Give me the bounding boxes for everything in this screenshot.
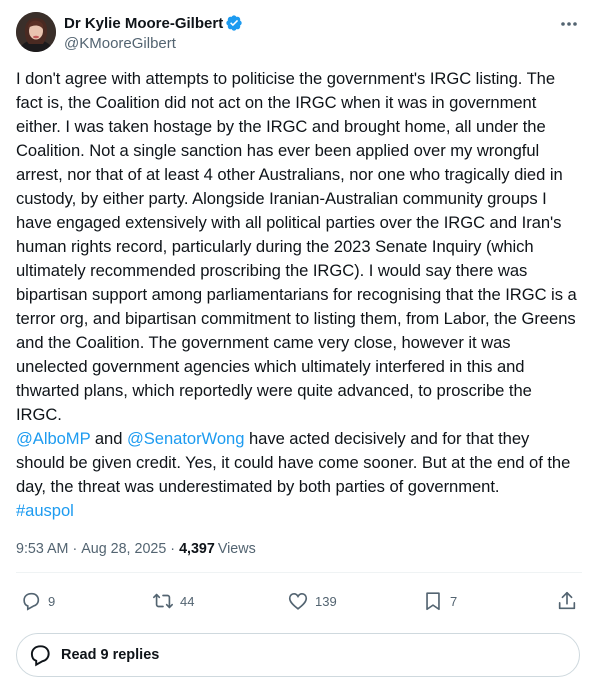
hashtag-auspol[interactable]: #auspol bbox=[16, 501, 74, 520]
share-button[interactable] bbox=[556, 590, 578, 612]
tweet-card: Dr Kylie Moore-Gilbert @KMooreGilbert I … bbox=[0, 0, 598, 686]
tweet-header: Dr Kylie Moore-Gilbert @KMooreGilbert bbox=[16, 12, 582, 56]
author-names: Dr Kylie Moore-Gilbert @KMooreGilbert bbox=[64, 13, 243, 52]
more-options-icon[interactable] bbox=[556, 14, 582, 34]
retweet-count: 44 bbox=[180, 593, 195, 609]
tweet-time[interactable]: 9:53 AM bbox=[16, 541, 68, 557]
retweet-button[interactable]: 44 bbox=[152, 590, 194, 612]
meta-separator: · bbox=[72, 541, 78, 557]
reply-icon bbox=[20, 590, 42, 612]
bookmark-icon bbox=[422, 590, 444, 612]
mention-senatorwong[interactable]: @SenatorWong bbox=[127, 429, 244, 448]
retweet-icon bbox=[152, 590, 174, 612]
meta-separator-2: · bbox=[170, 541, 176, 557]
display-name-row: Dr Kylie Moore-Gilbert bbox=[64, 13, 243, 33]
reply-count: 9 bbox=[48, 593, 56, 609]
reply-button[interactable]: 9 bbox=[20, 590, 55, 612]
views-label: Views bbox=[217, 541, 256, 557]
tweet-paragraph-2: @AlboMP and @SenatorWong have acted deci… bbox=[16, 427, 582, 499]
like-button[interactable]: 139 bbox=[287, 590, 337, 612]
tweet-date[interactable]: Aug 28, 2025 bbox=[81, 541, 166, 557]
bookmark-count: 7 bbox=[450, 593, 458, 609]
action-bar: 9 44 139 7 bbox=[16, 588, 582, 616]
tweet-meta: 9:53 AM · Aug 28, 2025 · 4,397 Views bbox=[16, 540, 256, 558]
tweet-paragraph-1: I don't agree with attempts to politicis… bbox=[16, 69, 577, 424]
divider bbox=[16, 572, 582, 573]
read-replies-label: Read 9 replies bbox=[61, 647, 160, 663]
display-name[interactable]: Dr Kylie Moore-Gilbert bbox=[64, 15, 223, 32]
views-count: 4,397 bbox=[179, 541, 215, 557]
read-replies-button[interactable]: Read 9 replies bbox=[16, 633, 580, 677]
verified-badge-icon[interactable] bbox=[225, 14, 243, 32]
mention-albomp[interactable]: @AlboMP bbox=[16, 429, 90, 448]
bookmark-button[interactable]: 7 bbox=[422, 590, 457, 612]
and-text: and bbox=[90, 429, 127, 448]
author-handle[interactable]: @KMooreGilbert bbox=[64, 35, 243, 52]
hashtag-line: #auspol bbox=[16, 499, 582, 523]
like-count: 139 bbox=[315, 593, 337, 609]
share-icon bbox=[556, 590, 578, 612]
heart-icon bbox=[287, 590, 309, 612]
avatar[interactable] bbox=[16, 12, 56, 52]
tweet-text: I don't agree with attempts to politicis… bbox=[16, 67, 582, 523]
speech-bubble-icon bbox=[27, 642, 53, 668]
